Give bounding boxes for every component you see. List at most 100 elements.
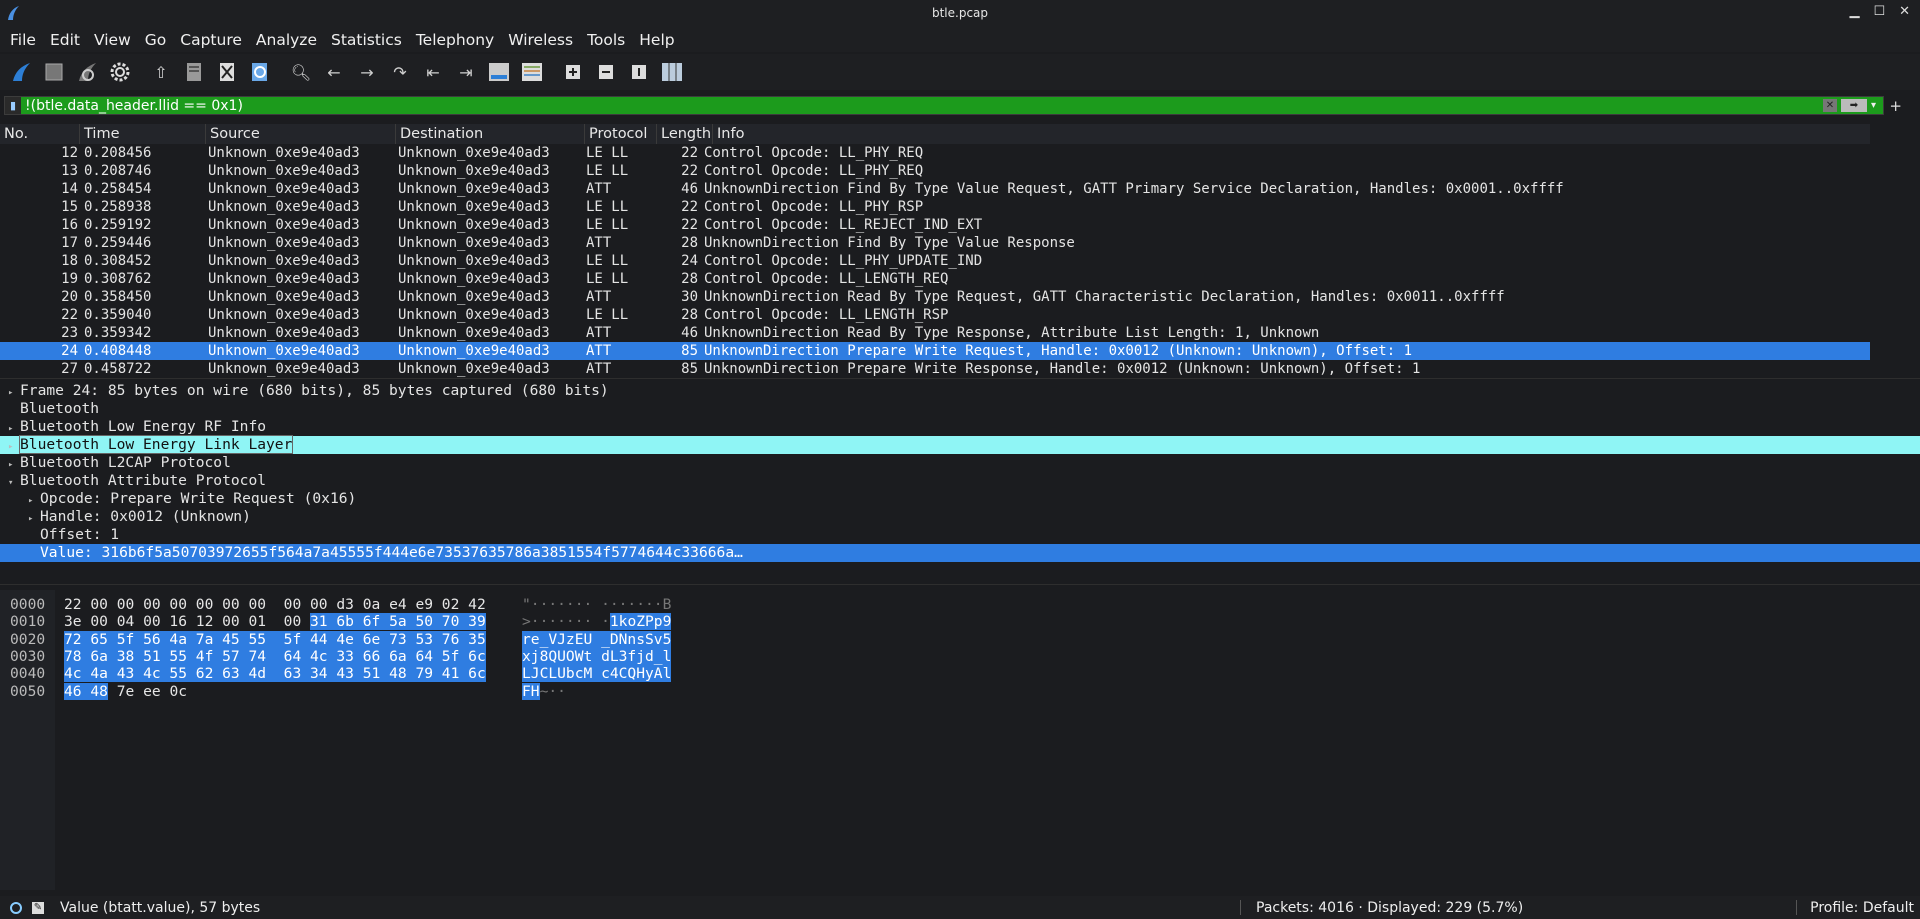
profile-status[interactable]: Profile: Default <box>1810 900 1914 916</box>
filter-history-dropdown-icon[interactable]: ▾ <box>1871 100 1883 111</box>
column-header-time[interactable]: Time <box>80 124 206 144</box>
maximize-icon[interactable]: ☐ <box>1873 4 1885 19</box>
detail-tree-item[interactable]: Offset: 1 <box>0 526 1920 544</box>
close-icon[interactable]: ✕ <box>1899 4 1910 19</box>
last-packet-icon[interactable]: ⇥ <box>453 59 479 85</box>
reload-icon[interactable] <box>247 59 273 85</box>
packet-cell-time: 0.458722 <box>84 361 152 377</box>
capture-comment-icon[interactable]: ✎ <box>32 901 44 914</box>
column-header-length[interactable]: Length <box>657 124 713 144</box>
menu-capture[interactable]: Capture <box>180 31 242 49</box>
packet-row[interactable]: 27 0.458722 Unknown_0xe9e40ad3 Unknown_0xe9… <box>0 360 1870 378</box>
expert-info-icon[interactable] <box>10 901 22 914</box>
packet-row[interactable]: 14 0.258454 Unknown_0xe9e40ad3 Unknown_0xe9… <box>0 180 1870 198</box>
ascii-bytes[interactable]: "······· ·······B <box>522 596 671 613</box>
packet-cell-no: 19 <box>61 271 78 287</box>
hex-highlighted: 46 48 <box>64 682 108 700</box>
clear-filter-icon[interactable]: ✕ <box>1823 99 1837 112</box>
detail-tree-item[interactable]: ▸ Handle: 0x0012 (Unknown) <box>0 508 1920 526</box>
packet-row[interactable]: 16 0.259192 Unknown_0xe9e40ad3 Unknown_0xe9… <box>0 216 1870 234</box>
packet-row[interactable]: 23 0.359342 Unknown_0xe9e40ad3 Unknown_0xe9… <box>0 324 1870 342</box>
autoscroll-icon[interactable] <box>486 59 512 85</box>
detail-tree-item[interactable]: ▸ Frame 24: 85 bytes on wire (680 bits), … <box>0 382 1920 400</box>
stop-icon[interactable] <box>41 59 67 85</box>
packet-cell-proto: ATT <box>586 235 612 251</box>
packet-row[interactable]: 20 0.358450 Unknown_0xe9e40ad3 Unknown_0xe9… <box>0 288 1870 306</box>
column-header-protocol[interactable]: Protocol <box>585 124 657 144</box>
add-filter-button-icon[interactable]: + <box>1889 97 1902 115</box>
packet-cell-proto: ATT <box>586 289 612 305</box>
ascii-bytes[interactable]: LJCLUbcM c4CQHyAl <box>522 665 672 683</box>
apply-filter-icon[interactable]: ➡ <box>1841 99 1867 112</box>
packet-cell-src: Unknown_0xe9e40ad3 <box>208 145 360 161</box>
hex-bytes[interactable]: 3e 00 04 00 16 12 00 01 00 31 6b 6f 5a 5… <box>64 613 486 631</box>
packet-cell-no: 13 <box>61 163 78 179</box>
column-header-destination[interactable]: Destination <box>396 124 585 144</box>
ascii-bytes[interactable]: xj8QUOWt dL3fjd_l <box>522 647 672 665</box>
detail-tree-item[interactable]: ▸ Bluetooth Low Energy RF Info <box>0 418 1920 436</box>
menu-telephony[interactable]: Telephony <box>416 31 494 49</box>
menu-go[interactable]: Go <box>145 31 167 49</box>
hex-bytes[interactable]: 46 48 7e ee 0c <box>64 682 187 700</box>
detail-tree-item[interactable]: Value: 316b6f5a50703972655f564a7a45555f4… <box>0 544 1920 562</box>
packet-row[interactable]: 18 0.308452 Unknown_0xe9e40ad3 Unknown_0xe9… <box>0 252 1870 270</box>
packet-row[interactable]: 15 0.258938 Unknown_0xe9e40ad3 Unknown_0xe9… <box>0 198 1870 216</box>
go-back-icon[interactable]: ← <box>321 59 347 85</box>
packet-row[interactable]: 17 0.259446 Unknown_0xe9e40ad3 Unknown_0xe9… <box>0 234 1870 252</box>
detail-tree-item[interactable]: Bluetooth <box>0 400 1920 418</box>
menu-help[interactable]: Help <box>639 31 674 49</box>
packet-cell-proto: ATT <box>586 361 612 377</box>
display-filter-input[interactable] <box>21 97 1823 114</box>
minimize-icon[interactable]: ▁ <box>1849 4 1859 19</box>
menu-edit[interactable]: Edit <box>50 31 80 49</box>
column-header-source[interactable]: Source <box>206 124 396 144</box>
go-to-packet-icon[interactable]: ↷ <box>387 59 413 85</box>
ascii-bytes[interactable]: >······· ·1koZPp9 <box>522 613 672 631</box>
packet-row[interactable]: 19 0.308762 Unknown_0xe9e40ad3 Unknown_0xe9… <box>0 270 1870 288</box>
packet-cell-len: 46 <box>681 181 698 197</box>
ascii-bytes[interactable]: FH~·· <box>522 682 566 700</box>
packet-row[interactable]: 12 0.208456 Unknown_0xe9e40ad3 Unknown_0xe9… <box>0 144 1870 162</box>
menu-statistics[interactable]: Statistics <box>331 31 402 49</box>
packet-cell-info: Control Opcode: LL_REJECT_IND_EXT <box>704 217 983 233</box>
first-packet-icon[interactable]: ⇤ <box>420 59 446 85</box>
shark-fin-start-icon[interactable] <box>8 59 34 85</box>
save-file-icon[interactable] <box>181 59 207 85</box>
column-header-no[interactable]: No. <box>0 124 80 144</box>
packet-cell-dst: Unknown_0xe9e40ad3 <box>398 199 550 215</box>
colorize-icon[interactable] <box>519 59 545 85</box>
menu-analyze[interactable]: Analyze <box>256 31 317 49</box>
menu-wireless[interactable]: Wireless <box>508 31 573 49</box>
menu-file[interactable]: File <box>10 31 36 49</box>
detail-tree-item[interactable]: ▸ Opcode: Prepare Write Request (0x16) <box>0 490 1920 508</box>
zoom-in-icon[interactable] <box>560 59 586 85</box>
resize-columns-icon[interactable] <box>659 59 685 85</box>
options-gear-icon[interactable] <box>107 59 133 85</box>
detail-tree-label: Frame 24: 85 bytes on wire (680 bits), 8… <box>20 382 609 399</box>
hex-bytes[interactable]: 72 65 5f 56 4a 7a 45 55 5f 44 4e 6e 73 5… <box>64 630 486 648</box>
close-file-icon[interactable] <box>214 59 240 85</box>
detail-tree-item[interactable]: ▸ Bluetooth L2CAP Protocol <box>0 454 1920 472</box>
packet-row[interactable]: 22 0.359040 Unknown_0xe9e40ad3 Unknown_0xe9… <box>0 306 1870 324</box>
packet-cell-proto: ATT <box>586 343 612 359</box>
hex-bytes[interactable]: 78 6a 38 51 55 4f 57 74 64 4c 33 66 6a 6… <box>64 647 486 665</box>
bookmark-icon[interactable]: ▮ <box>5 97 21 114</box>
pane-splitter[interactable] <box>0 584 1920 588</box>
column-header-info[interactable]: Info <box>713 124 1870 144</box>
packet-row[interactable]: 13 0.208746 Unknown_0xe9e40ad3 Unknown_0xe9… <box>0 162 1870 180</box>
go-forward-icon[interactable]: → <box>354 59 380 85</box>
open-file-icon[interactable]: ⇧ <box>148 59 174 85</box>
normal-size-icon[interactable] <box>626 59 652 85</box>
restart-icon[interactable] <box>74 59 100 85</box>
detail-tree-item[interactable]: ▸ Bluetooth Low Energy Link Layer <box>0 435 1920 454</box>
detail-tree-item[interactable]: ▾ Bluetooth Attribute Protocol <box>0 472 1920 490</box>
detail-tree-label: Opcode: Prepare Write Request (0x16) <box>40 490 357 507</box>
ascii-bytes[interactable]: re_VJzEU _DNnsSv5 <box>522 630 672 648</box>
zoom-out-icon[interactable] <box>593 59 619 85</box>
menu-tools[interactable]: Tools <box>587 31 625 49</box>
menu-view[interactable]: View <box>94 31 131 49</box>
find-icon[interactable]: 🔍︎ <box>288 59 314 85</box>
hex-bytes[interactable]: 4c 4a 43 4c 55 62 63 4d 63 34 43 51 48 7… <box>64 665 486 683</box>
packet-row[interactable]: 24 0.408448 Unknown_0xe9e40ad3 Unknown_0xe9… <box>0 342 1870 360</box>
hex-bytes[interactable]: 22 00 00 00 00 00 00 00 00 00 d3 0a e4 e… <box>64 596 486 613</box>
